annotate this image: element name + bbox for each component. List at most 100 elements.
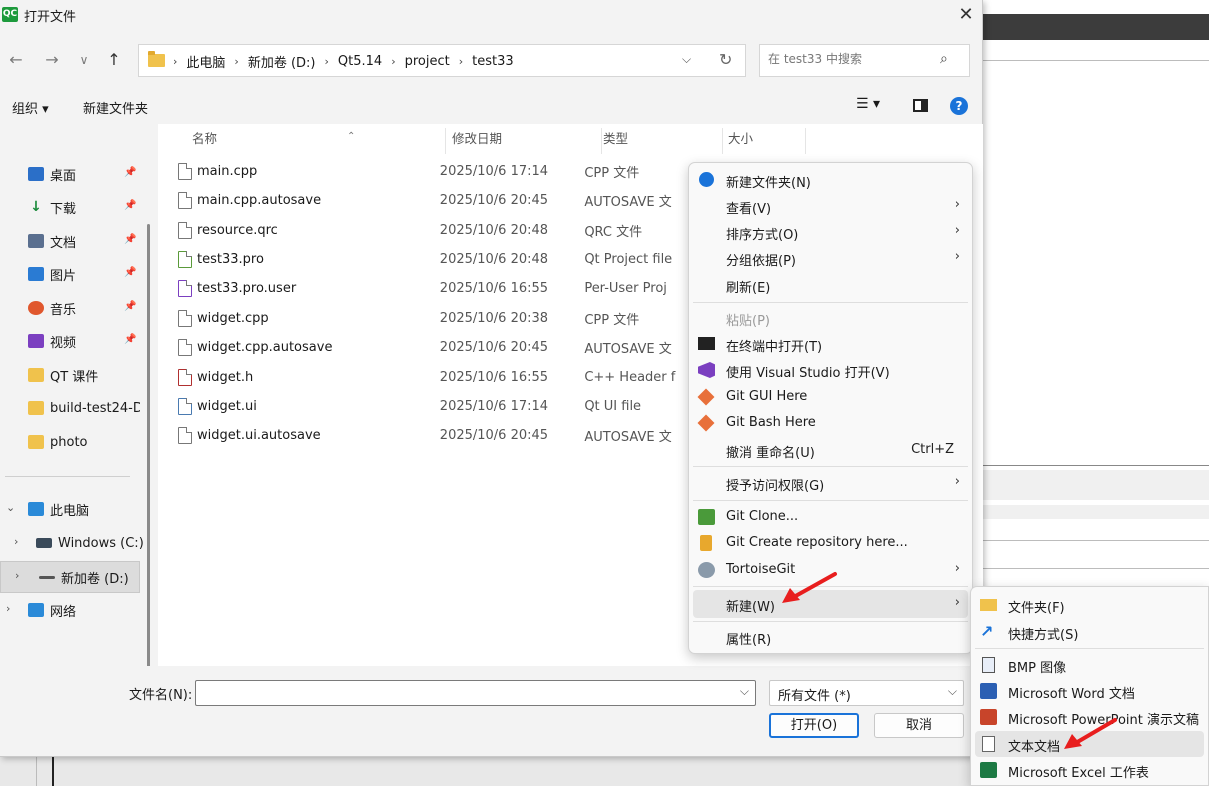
chevron-down-icon[interactable]: ⌵ xyxy=(740,684,749,699)
sidebar-item-label: 网络 xyxy=(50,604,77,620)
submenu-item-bmp-image[interactable]: BMP 图像 xyxy=(975,652,1204,678)
submenu-item-powerpoint[interactable]: Microsoft PowerPoint 演示文稿 xyxy=(975,704,1204,730)
expand-chevron-icon[interactable]: › xyxy=(14,535,18,548)
sidebar-item-pictures[interactable]: 图片 📌 xyxy=(28,259,173,289)
file-row[interactable]: resource.qrc 2025/10/6 20:48 QRC 文件 xyxy=(178,216,698,245)
view-options-icon[interactable]: ☰ ▾ xyxy=(856,96,880,112)
menu-item-new[interactable]: 新建(W) › xyxy=(693,590,968,618)
column-header-size[interactable]: 大小 xyxy=(728,128,806,154)
close-button[interactable]: ✕ xyxy=(952,2,980,28)
filename-input[interactable]: ⌵ xyxy=(195,680,756,706)
file-row[interactable]: widget.cpp.autosave 2025/10/6 20:45 AUTOSA… xyxy=(178,333,698,362)
file-type: AUTOSAVE 文 xyxy=(584,342,672,357)
breadcrumb-item[interactable]: 此电脑 xyxy=(186,52,225,71)
menu-item-paste[interactable]: 粘贴(P) xyxy=(693,305,968,331)
chevron-down-icon[interactable]: ⌵ xyxy=(682,52,691,67)
menu-item-label: 使用 Visual Studio 打开(V) xyxy=(726,366,890,381)
file-name: main.cpp.autosave xyxy=(197,193,322,208)
submenu-item-text-document[interactable]: 文本文档 xyxy=(975,731,1204,757)
sidebar-item-documents[interactable]: 文档 📌 xyxy=(28,226,173,256)
file-icon xyxy=(178,222,192,239)
sidebar-item-videos[interactable]: 视频 📌 xyxy=(28,326,173,356)
expand-chevron-icon[interactable]: ⌄ xyxy=(6,501,15,514)
sidebar-item-network[interactable]: › 网络 xyxy=(0,595,145,625)
sidebar-item-build-folder[interactable]: build-test24-D xyxy=(28,393,140,423)
sidebar-item-label: 下载 xyxy=(50,201,77,217)
file-row[interactable]: test33.pro.user 2025/10/6 16:55 Per-User P… xyxy=(178,274,698,303)
up-button[interactable]: ↑ xyxy=(102,48,126,72)
menu-item-refresh[interactable]: 刷新(E) xyxy=(693,272,968,298)
file-row[interactable]: widget.ui.autosave 2025/10/6 20:45 AUTOSAV… xyxy=(178,421,698,450)
search-box[interactable]: ⌕ xyxy=(759,44,970,77)
menu-item-tortoisegit[interactable]: TortoiseGit › xyxy=(693,557,968,583)
sidebar-item-this-pc[interactable]: ⌄ 此电脑 xyxy=(0,494,145,524)
sidebar-item-photo[interactable]: photo xyxy=(28,427,173,457)
excel-icon xyxy=(980,762,997,778)
file-row[interactable]: test33.pro 2025/10/6 20:48 Qt Project file xyxy=(178,245,698,274)
expand-chevron-icon[interactable]: › xyxy=(6,602,10,615)
refresh-icon[interactable]: ↻ xyxy=(719,50,732,69)
address-bar[interactable]: › 此电脑 › 新加卷 (D:) › Qt5.14 › project › te… xyxy=(138,44,746,77)
menu-item-sort-by[interactable]: 排序方式(O) › xyxy=(693,219,968,245)
submenu-item-shortcut[interactable]: ↗ 快捷方式(S) xyxy=(975,619,1204,645)
menu-item-open-with-visual-studio[interactable]: 使用 Visual Studio 打开(V) xyxy=(693,357,968,383)
search-input[interactable] xyxy=(768,52,938,66)
column-header-name[interactable]: 名称 ⌃ xyxy=(192,128,446,154)
file-date: 2025/10/6 20:48 xyxy=(439,252,549,267)
sidebar-item-music[interactable]: 音乐 📌 xyxy=(28,293,173,323)
menu-item-properties[interactable]: 属性(R) xyxy=(693,624,968,650)
preview-pane-icon[interactable] xyxy=(913,99,928,112)
menu-item-git-clone[interactable]: Git Clone... xyxy=(693,504,968,530)
help-icon[interactable]: ? xyxy=(950,97,968,115)
recent-locations-button[interactable]: ∨ xyxy=(72,48,96,72)
file-type: CPP 文件 xyxy=(584,166,640,181)
sidebar-item-windows-c[interactable]: › Windows (C:) xyxy=(0,528,145,558)
back-button[interactable]: ← xyxy=(4,48,28,72)
filetype-select[interactable]: 所有文件 (*) ⌵ xyxy=(769,680,964,706)
submenu-item-word-document[interactable]: Microsoft Word 文档 xyxy=(975,678,1204,704)
file-row[interactable]: widget.cpp 2025/10/6 20:38 CPP 文件 xyxy=(178,304,698,333)
breadcrumb-separator: › xyxy=(234,55,239,68)
new-folder-button[interactable]: 新建文件夹 xyxy=(83,98,148,117)
menu-item-git-gui-here[interactable]: Git GUI Here xyxy=(693,384,968,410)
cancel-button[interactable]: 取消 xyxy=(874,713,964,738)
sidebar-item-downloads[interactable]: ↓ 下载 📌 xyxy=(28,192,173,222)
sidebar-item-new-volume-d[interactable]: › 新加卷 (D:) xyxy=(0,561,140,593)
menu-item-git-bash-here[interactable]: Git Bash Here xyxy=(693,410,968,436)
menu-item-new-folder[interactable]: 新建文件夹(N) xyxy=(693,167,968,193)
menu-item-undo-rename[interactable]: 撤消 重命名(U) Ctrl+Z xyxy=(693,437,968,463)
submenu-item-excel[interactable]: Microsoft Excel 工作表 xyxy=(975,757,1204,783)
file-type: Qt UI file xyxy=(584,399,642,414)
computer-icon xyxy=(28,502,44,516)
sidebar-item-desktop[interactable]: 桌面 📌 xyxy=(28,159,173,189)
file-icon xyxy=(178,427,192,444)
file-date: 2025/10/6 16:55 xyxy=(439,281,549,296)
menu-item-label: 粘贴(P) xyxy=(726,314,770,329)
menu-item-group-by[interactable]: 分组依据(P) › xyxy=(693,245,968,271)
breadcrumb-item[interactable]: test33 xyxy=(472,54,514,69)
sidebar-item-qt-courseware[interactable]: QT 课件 xyxy=(28,360,173,390)
submenu-item-folder[interactable]: 文件夹(F) xyxy=(975,592,1204,618)
breadcrumb-item[interactable]: 新加卷 (D:) xyxy=(248,52,316,71)
menu-item-git-create-repository[interactable]: Git Create repository here... xyxy=(693,530,968,556)
column-header-date[interactable]: 修改日期 xyxy=(452,128,602,154)
file-name: test33.pro.user xyxy=(197,281,297,296)
menu-item-open-in-terminal[interactable]: 在终端中打开(T) xyxy=(693,331,968,357)
forward-button[interactable]: → xyxy=(40,48,64,72)
organize-button[interactable]: 组织 ▾ xyxy=(12,98,49,117)
column-header-type[interactable]: 类型 xyxy=(603,128,723,154)
breadcrumb-item[interactable]: Qt5.14 xyxy=(338,54,382,69)
breadcrumb-item[interactable]: project xyxy=(405,54,450,69)
menu-item-grant-access[interactable]: 授予访问权限(G) › xyxy=(693,470,968,496)
folder-icon xyxy=(28,401,44,415)
file-row[interactable]: widget.ui 2025/10/6 17:14 Qt UI file xyxy=(178,392,698,421)
open-button[interactable]: 打开(O) xyxy=(769,713,859,738)
file-row[interactable]: main.cpp.autosave 2025/10/6 20:45 AUTOSAVE… xyxy=(178,186,698,215)
expand-chevron-icon[interactable]: › xyxy=(15,569,19,582)
folder-icon xyxy=(28,435,44,449)
menu-item-view[interactable]: 查看(V) › xyxy=(693,193,968,219)
file-row[interactable]: widget.h 2025/10/6 16:55 C++ Header f xyxy=(178,363,698,392)
filename-label: 文件名(N): xyxy=(129,688,193,703)
user-file-icon xyxy=(178,280,192,297)
file-row[interactable]: main.cpp 2025/10/6 17:14 CPP 文件 xyxy=(178,157,698,186)
